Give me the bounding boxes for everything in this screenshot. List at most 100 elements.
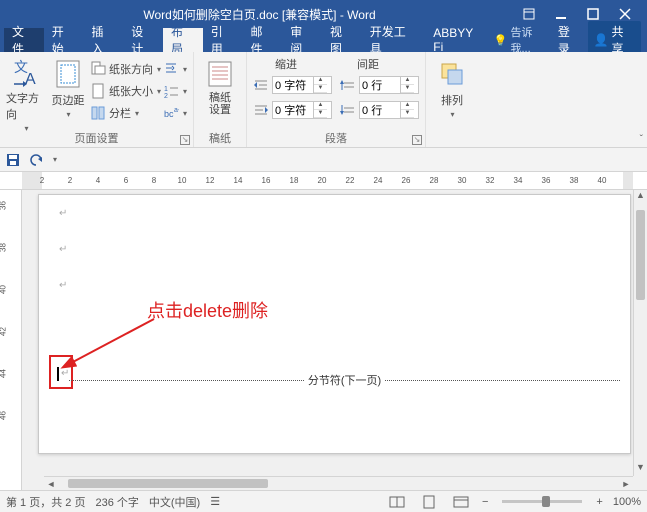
scroll-thumb[interactable] — [636, 210, 645, 300]
paragraph-mark — [59, 243, 67, 255]
ribbon: 文A 文字方向 ▾ 页边距 ▾ 纸张方向▾ 纸张大小▾ 分栏▾ ▾ 12▾ bc… — [0, 52, 647, 148]
scroll-thumb[interactable] — [68, 479, 268, 488]
svg-text:A: A — [25, 71, 36, 88]
group-paragraph: 缩进 间距 ▲▼ ▲▼ ▲▼ ▲▼ 段落 ↘ — [247, 52, 426, 147]
space-before-input[interactable]: ▲▼ — [359, 76, 419, 94]
tab-view[interactable]: 视图 — [322, 28, 362, 52]
paragraph-dialog-launcher[interactable]: ↘ — [412, 135, 422, 145]
chevron-down-icon: ▾ — [157, 65, 161, 74]
quick-access-toolbar: ▾ — [0, 148, 647, 172]
paragraph-mark — [59, 279, 67, 291]
arrange-button[interactable]: 排列 ▾ — [432, 56, 472, 119]
track-changes-icon[interactable]: ☰ — [210, 495, 220, 508]
group-manuscript: 稿纸 设置 稿纸 — [194, 52, 247, 147]
scroll-left-icon[interactable]: ◄ — [44, 479, 58, 489]
status-page[interactable]: 第 1 页，共 2 页 — [6, 494, 85, 510]
space-after-icon — [340, 102, 356, 118]
chevron-down-icon[interactable]: ▼ — [401, 85, 414, 93]
section-break: 分节符(下一页) — [69, 373, 620, 387]
chevron-down-icon: ▾ — [183, 109, 187, 118]
zoom-out-button[interactable]: − — [482, 496, 488, 508]
hyphenation-button[interactable]: bca- ▾ — [163, 102, 187, 124]
zoom-slider-knob[interactable] — [542, 496, 550, 507]
collapse-ribbon-icon[interactable]: ˇ — [640, 134, 643, 145]
chevron-down-icon[interactable]: ▼ — [314, 85, 327, 93]
scroll-right-icon[interactable]: ► — [619, 479, 633, 489]
view-read-mode-icon[interactable] — [386, 494, 408, 510]
statusbar: 第 1 页，共 2 页 236 个字 中文(中国) ☰ − + 100% — [0, 490, 647, 512]
ribbon-options-icon[interactable] — [513, 3, 545, 25]
breaks-icon — [163, 61, 179, 77]
zoom-in-button[interactable]: + — [596, 496, 602, 508]
paragraph-mark — [59, 207, 67, 219]
page: 分节符(下一页) 点击delete删除 — [38, 194, 631, 454]
indent-left-icon — [253, 77, 269, 93]
svg-text:a-: a- — [174, 107, 179, 114]
status-language[interactable]: 中文(中国) — [149, 494, 200, 510]
chevron-up-icon[interactable]: ▲ — [401, 77, 414, 85]
chevron-down-icon: ▾ — [451, 110, 455, 119]
svg-text:2: 2 — [164, 93, 168, 99]
tab-mailings[interactable]: 邮件 — [243, 28, 283, 52]
document-viewport[interactable]: 分节符(下一页) 点击delete删除 ▲ ▼ ◄ ► — [22, 190, 647, 490]
view-print-layout-icon[interactable] — [418, 494, 440, 510]
indent-right-icon — [253, 102, 269, 118]
chevron-up-icon[interactable]: ▲ — [401, 102, 414, 110]
status-word-count[interactable]: 236 个字 — [95, 494, 138, 510]
undo-button[interactable] — [28, 151, 46, 169]
zoom-slider[interactable] — [502, 500, 582, 503]
breaks-button[interactable]: ▾ — [163, 58, 187, 80]
margins-icon — [52, 58, 84, 90]
chevron-down-icon: ▾ — [157, 87, 161, 96]
tab-file[interactable]: 文件 — [4, 28, 44, 52]
columns-icon — [90, 105, 106, 121]
ribbon-tabs: 文件 开始 插入 设计 布局 引用 邮件 审阅 视图 开发工具 ABBYY Fi… — [0, 28, 647, 52]
chevron-up-icon[interactable]: ▲ — [314, 77, 327, 85]
zoom-level[interactable]: 100% — [613, 496, 641, 508]
tab-design[interactable]: 设计 — [123, 28, 163, 52]
ruler-vertical[interactable]: 363840424446 — [0, 190, 22, 490]
chevron-down-icon: ▾ — [183, 65, 187, 74]
svg-text:bc: bc — [164, 109, 174, 119]
size-button[interactable]: 纸张大小▾ — [90, 80, 161, 102]
tab-home[interactable]: 开始 — [44, 28, 84, 52]
space-after-input[interactable]: ▲▼ — [359, 101, 419, 119]
columns-button[interactable]: 分栏▾ — [90, 102, 161, 124]
orientation-button[interactable]: 纸张方向▾ — [90, 58, 161, 80]
chevron-down-icon: ▾ — [183, 87, 187, 96]
margins-button[interactable]: 页边距 ▾ — [48, 56, 88, 131]
ruler-horizontal[interactable]: 2246810121416182022242628303234363840 — [0, 172, 647, 190]
text-direction-button[interactable]: 文A 文字方向 ▾ — [6, 56, 46, 131]
tab-insert[interactable]: 插入 — [84, 28, 124, 52]
tab-references[interactable]: 引用 — [203, 28, 243, 52]
tab-layout[interactable]: 布局 — [163, 28, 203, 52]
page-setup-dialog-launcher[interactable]: ↘ — [180, 135, 190, 145]
indent-left-input[interactable]: ▲▼ — [272, 76, 332, 94]
scrollbar-vertical[interactable]: ▲ ▼ — [633, 190, 647, 476]
scroll-up-icon[interactable]: ▲ — [634, 190, 647, 204]
line-numbers-icon: 12 — [163, 83, 179, 99]
tab-review[interactable]: 审阅 — [282, 28, 322, 52]
manuscript-settings-button[interactable]: 稿纸 设置 — [200, 56, 240, 116]
group-label: 段落 — [247, 130, 425, 146]
qat-chevron-down-icon[interactable]: ▾ — [53, 155, 57, 164]
indent-right-input[interactable]: ▲▼ — [272, 101, 332, 119]
annotation-arrow — [59, 313, 169, 373]
chevron-up-icon[interactable]: ▲ — [314, 102, 327, 110]
lightbulb-icon: 💡 — [494, 34, 508, 47]
save-button[interactable] — [4, 151, 22, 169]
indent-label: 缩进 — [275, 56, 297, 72]
group-arrange: 排列 ▾ — [426, 52, 478, 147]
tab-abbyy[interactable]: ABBYY Fi — [425, 28, 494, 52]
line-numbers-button[interactable]: 12 ▾ — [163, 80, 187, 102]
tab-developer[interactable]: 开发工具 — [362, 28, 425, 52]
minimize-button[interactable] — [545, 3, 577, 25]
document-area: 363840424446 分节符(下一页) 点击delete删除 ▲ ▼ ◄ — [0, 190, 647, 490]
scroll-down-icon[interactable]: ▼ — [634, 462, 647, 476]
svg-text:1: 1 — [164, 86, 168, 93]
chevron-down-icon[interactable]: ▼ — [401, 110, 414, 118]
view-web-layout-icon[interactable] — [450, 494, 472, 510]
chevron-down-icon[interactable]: ▼ — [314, 110, 327, 118]
scrollbar-horizontal[interactable]: ◄ ► — [44, 476, 633, 490]
orientation-icon — [90, 61, 106, 77]
